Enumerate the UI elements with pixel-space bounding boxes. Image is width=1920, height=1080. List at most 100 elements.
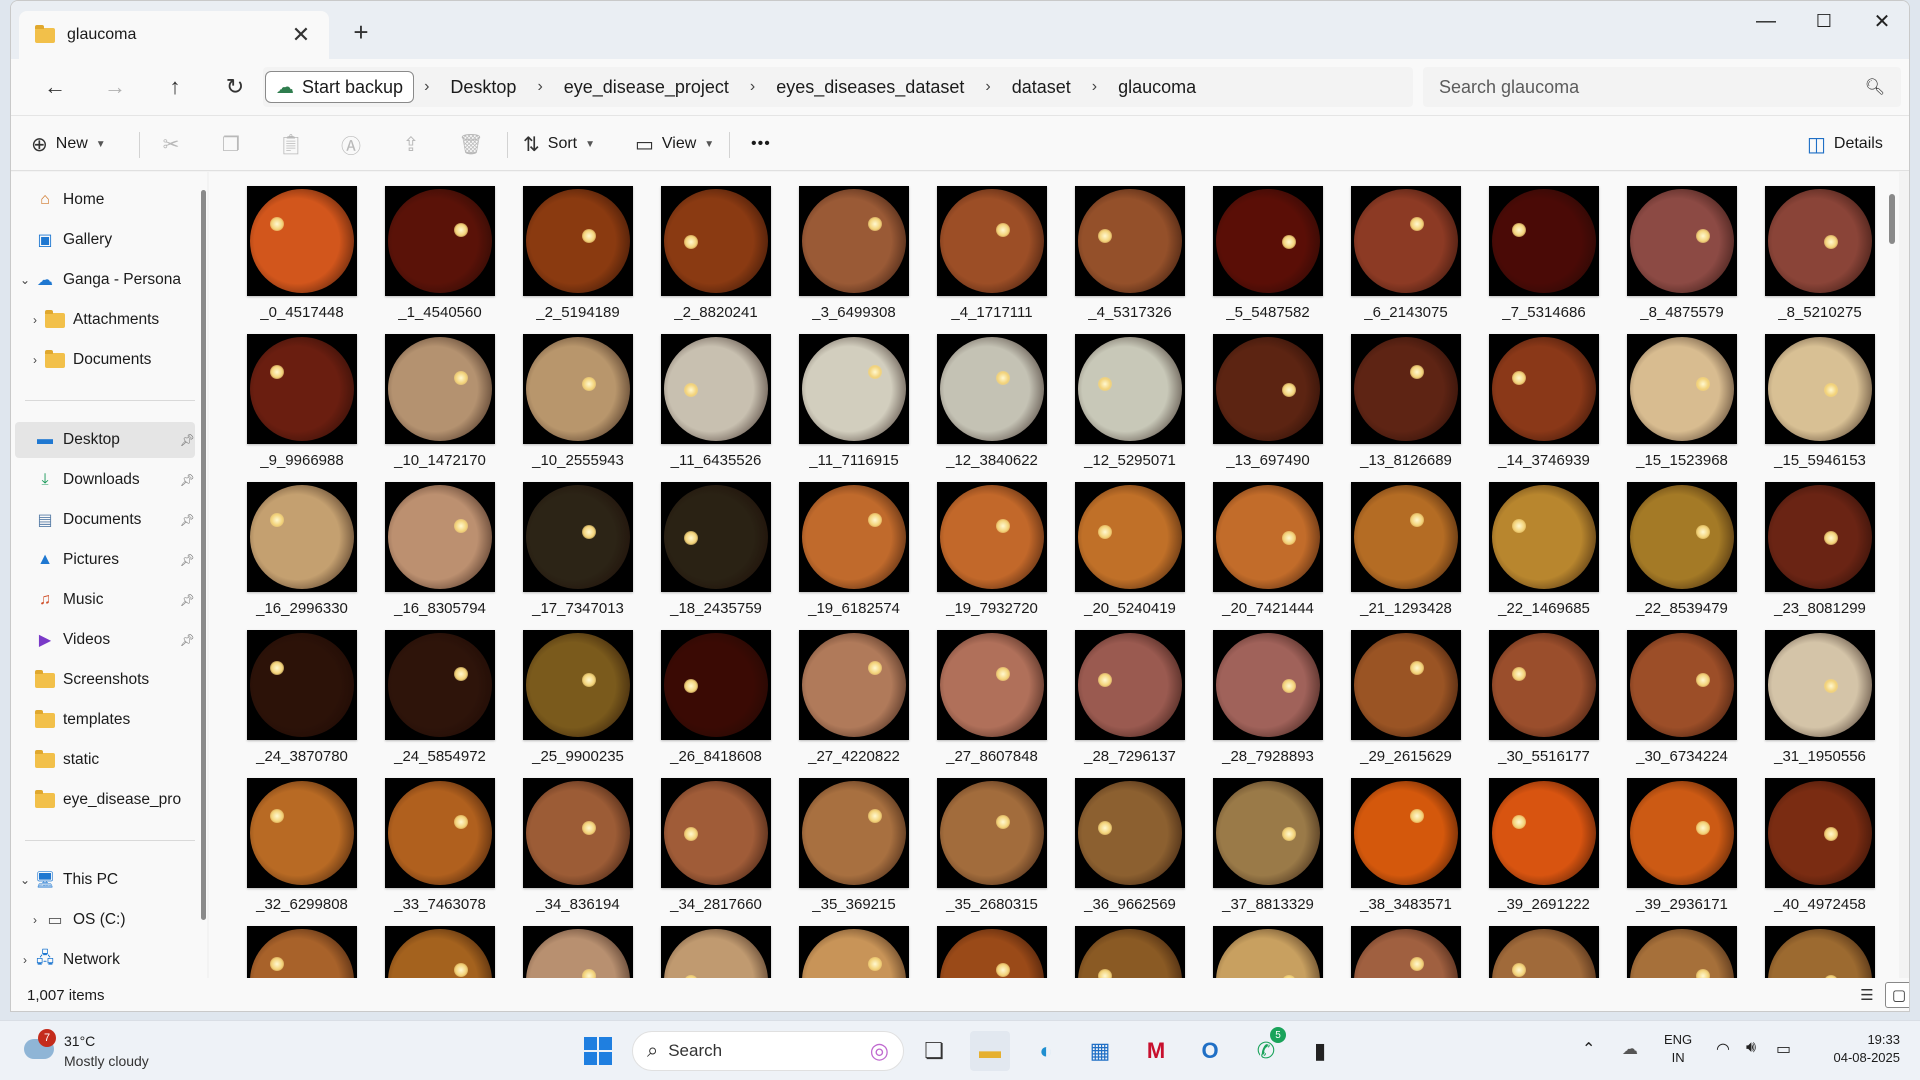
file-item[interactable]: _12_3840622 <box>923 334 1061 482</box>
file-thumbnail[interactable] <box>1489 630 1599 740</box>
file-thumbnail[interactable] <box>1765 926 1875 978</box>
file-thumbnail[interactable] <box>937 334 1047 444</box>
file-item[interactable]: _15_1523968 <box>1613 334 1751 482</box>
file-item[interactable]: _31_1950556 <box>1751 630 1889 778</box>
file-thumbnail[interactable] <box>661 334 771 444</box>
file-item[interactable] <box>1337 926 1475 978</box>
file-item[interactable] <box>1751 926 1889 978</box>
file-item[interactable]: _30_6734224 <box>1613 630 1751 778</box>
file-thumbnail[interactable] <box>1489 482 1599 592</box>
file-item[interactable]: _40_4972458 <box>1751 778 1889 926</box>
edge-taskbar-button[interactable]: ◐ <box>1026 1031 1066 1071</box>
delete-button[interactable]: 🗑︎ <box>453 128 489 160</box>
maximize-button[interactable]: ☐ <box>1795 1 1853 41</box>
file-item[interactable]: _10_2555943 <box>509 334 647 482</box>
start-backup-button[interactable]: ☁ Start backup <box>265 71 415 103</box>
file-thumbnail[interactable] <box>1627 482 1737 592</box>
outlook-taskbar-button[interactable]: O <box>1190 1031 1230 1071</box>
file-thumbnail[interactable] <box>799 778 909 888</box>
file-item[interactable] <box>1475 926 1613 978</box>
pin-icon[interactable]: 📌︎ <box>180 433 195 447</box>
file-thumbnail[interactable] <box>385 186 495 296</box>
file-thumbnail[interactable] <box>1075 630 1185 740</box>
file-item[interactable]: _25_9900235 <box>509 630 647 778</box>
file-item[interactable]: _10_1472170 <box>371 334 509 482</box>
start-button[interactable] <box>578 1031 618 1071</box>
file-item[interactable]: _24_3870780 <box>233 630 371 778</box>
task-view-button[interactable]: ❏ <box>914 1031 954 1071</box>
store-taskbar-button[interactable]: ▦ <box>1080 1031 1120 1071</box>
sort-button[interactable]: ⇅ Sort ▼ <box>523 128 595 160</box>
file-thumbnail[interactable] <box>1489 778 1599 888</box>
sidebar-item-home[interactable]: ⌂ Home <box>15 182 195 218</box>
paste-button[interactable]: 📋︎ <box>273 128 309 160</box>
search-input[interactable]: Search glaucoma 🔍︎ <box>1423 67 1901 107</box>
file-thumbnail[interactable] <box>1351 482 1461 592</box>
chevron-right-icon[interactable]: › <box>25 313 45 327</box>
file-thumbnail[interactable] <box>247 630 357 740</box>
sidebar-item-this-pc[interactable]: ⌄ 🖥︎ This PC <box>15 862 195 898</box>
file-item[interactable] <box>1061 926 1199 978</box>
breadcrumb-glaucoma[interactable]: glaucoma <box>1107 77 1207 98</box>
file-item[interactable]: _28_7928893 <box>1199 630 1337 778</box>
copy-button[interactable]: ❐ <box>213 128 249 160</box>
sidebar-item-os-c[interactable]: › ▭ OS (C:) <box>25 902 205 938</box>
file-item[interactable]: _39_2936171 <box>1613 778 1751 926</box>
chevron-right-icon[interactable]: › <box>740 78 765 96</box>
file-thumbnail[interactable] <box>799 334 909 444</box>
file-thumbnail[interactable] <box>1213 778 1323 888</box>
battery-icon[interactable]: ▭ <box>1776 1039 1791 1059</box>
file-thumbnail[interactable] <box>385 334 495 444</box>
file-thumbnail[interactable] <box>1075 778 1185 888</box>
file-item[interactable]: _33_7463078 <box>371 778 509 926</box>
file-item[interactable]: _23_8081299 <box>1751 482 1889 630</box>
breadcrumb-eyes-diseases-dataset[interactable]: eyes_diseases_dataset <box>765 77 975 98</box>
file-item[interactable]: _36_9662569 <box>1061 778 1199 926</box>
breadcrumb-eye-disease-project[interactable]: eye_disease_project <box>553 77 740 98</box>
sidebar-item-attachments[interactable]: › Attachments <box>25 302 205 338</box>
file-item[interactable]: _39_2691222 <box>1475 778 1613 926</box>
file-thumbnail[interactable] <box>1213 482 1323 592</box>
pin-icon[interactable]: 📌︎ <box>180 553 195 567</box>
view-button[interactable]: ▭ View ▼ <box>635 128 714 160</box>
file-item[interactable]: _7_5314686 <box>1475 186 1613 334</box>
file-thumbnail[interactable] <box>1627 778 1737 888</box>
file-thumbnail[interactable] <box>799 926 909 978</box>
file-item[interactable]: _2_8820241 <box>647 186 785 334</box>
mcafee-taskbar-button[interactable]: M <box>1136 1031 1176 1071</box>
file-item[interactable] <box>509 926 647 978</box>
file-thumbnail[interactable] <box>1351 926 1461 978</box>
file-thumbnail[interactable] <box>937 186 1047 296</box>
new-tab-button[interactable]: + <box>345 17 377 48</box>
chevron-right-icon[interactable]: › <box>1082 78 1107 96</box>
file-item[interactable]: _8_5210275 <box>1751 186 1889 334</box>
file-thumbnail[interactable] <box>799 482 909 592</box>
file-item[interactable]: _30_5516177 <box>1475 630 1613 778</box>
file-thumbnail[interactable] <box>1489 186 1599 296</box>
file-item[interactable]: _22_1469685 <box>1475 482 1613 630</box>
file-item[interactable]: _38_3483571 <box>1337 778 1475 926</box>
file-item[interactable]: _27_4220822 <box>785 630 923 778</box>
file-item[interactable] <box>1613 926 1751 978</box>
clock[interactable]: 19:33 04-08-2025 <box>1808 1031 1901 1067</box>
file-item[interactable]: _4_5317326 <box>1061 186 1199 334</box>
chevron-down-icon[interactable]: ⌄ <box>15 873 35 887</box>
chevron-down-icon[interactable]: ⌄ <box>15 273 35 287</box>
back-button[interactable]: ← <box>37 69 73 105</box>
file-item[interactable]: _19_7932720 <box>923 482 1061 630</box>
file-item[interactable]: _16_2996330 <box>233 482 371 630</box>
file-item[interactable]: _26_8418608 <box>647 630 785 778</box>
file-thumbnail[interactable] <box>385 630 495 740</box>
file-thumbnail[interactable] <box>1213 630 1323 740</box>
file-thumbnail[interactable] <box>1213 334 1323 444</box>
file-thumbnail[interactable] <box>523 630 633 740</box>
content-scrollbar[interactable] <box>1889 194 1895 244</box>
sidebar-item-eye-disease-project[interactable]: eye_disease_pro <box>15 782 195 818</box>
chevron-right-icon[interactable]: › <box>25 353 45 367</box>
file-thumbnail[interactable] <box>1213 926 1323 978</box>
file-thumbnail[interactable] <box>661 926 771 978</box>
file-item[interactable]: _22_8539479 <box>1613 482 1751 630</box>
language-indicator[interactable]: ENG IN <box>1664 1031 1692 1067</box>
file-thumbnail[interactable] <box>1627 334 1737 444</box>
file-item[interactable]: _0_4517448 <box>233 186 371 334</box>
